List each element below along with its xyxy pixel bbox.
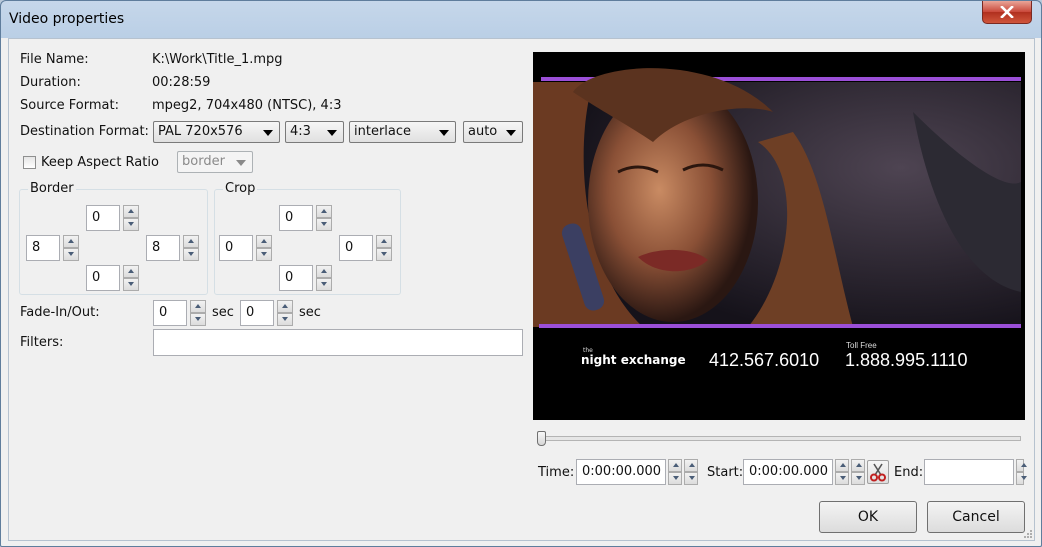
duration-label: Duration: [20,75,81,90]
spin-up-button[interactable] [668,459,682,472]
keep-aspect-ratio-label: Keep Aspect Ratio [41,155,159,170]
aspect-mode-select[interactable]: border [177,151,253,173]
duration-value: 00:28:59 [152,75,211,90]
destination-mode-value: auto [468,124,498,139]
end-input[interactable] [924,459,1014,485]
window-title: Video properties [9,11,125,27]
fade-out-unit: sec [299,305,321,320]
timeline-track[interactable] [539,436,1021,441]
spin-down-button[interactable] [1016,472,1027,485]
border-top-input[interactable]: 0 [86,205,120,231]
spin-up-button[interactable] [684,459,698,472]
spin-up-button[interactable] [376,235,392,248]
spin-down-button[interactable] [190,313,206,326]
spin-down-button[interactable] [123,218,139,231]
crop-top-input[interactable]: 0 [279,205,313,231]
video-properties-dialog: Video properties File Name: K:\Work\Titl… [0,0,1042,547]
chevron-down-icon [236,160,246,166]
border-right-input[interactable]: 8 [146,235,180,261]
spin-down-button[interactable] [63,248,79,261]
chevron-down-icon [506,130,516,136]
time-label: Time: [538,465,575,480]
start-label: Start: [707,465,744,480]
spin-down-button[interactable] [316,278,332,291]
crop-left-input[interactable]: 0 [219,235,253,261]
spin-up-button[interactable] [835,459,849,472]
scissors-icon [870,463,886,482]
destination-mode-select[interactable]: auto [463,121,523,143]
destination-scan-value: interlace [354,124,412,139]
filters-input[interactable] [153,329,523,356]
keep-aspect-ratio-checkbox[interactable] [23,156,36,169]
resize-grip-icon[interactable] [1023,529,1033,539]
fade-out-input[interactable]: 0 [240,300,274,326]
spin-up-button[interactable] [183,235,199,248]
spin-up-button[interactable] [256,235,272,248]
title-bar[interactable]: Video properties [1,1,1041,38]
crop-right-input[interactable]: 0 [339,235,373,261]
dialog-client-area: File Name: K:\Work\Title_1.mpg Duration:… [8,38,1035,541]
close-icon [1000,6,1014,18]
spin-up-button[interactable] [851,459,865,472]
close-button[interactable] [982,1,1032,24]
destination-format-label: Destination Format: [20,124,149,139]
destination-aspect-select[interactable]: 4:3 [285,121,344,143]
file-name-value: K:\Work\Title_1.mpg [152,52,283,67]
spin-up-button[interactable] [316,265,332,278]
border-group-title: Border [28,181,76,196]
toll-free-label: Toll Free [846,341,877,350]
timeline-slider-thumb[interactable] [537,431,546,446]
spin-up-button[interactable] [1016,459,1027,472]
spin-down-button[interactable] [277,313,293,326]
fade-label: Fade-In/Out: [20,305,100,320]
local-phone-number: 412.567.6010 [709,350,819,370]
spin-down-button[interactable] [123,278,139,291]
spin-down-button[interactable] [668,472,682,485]
spin-up-button[interactable] [316,205,332,218]
filters-label: Filters: [20,335,64,350]
fade-in-input[interactable]: 0 [153,300,187,326]
spin-down-button[interactable] [256,248,272,261]
spin-down-button[interactable] [851,472,865,485]
end-label: End: [894,465,924,480]
cancel-button[interactable]: Cancel [927,501,1025,533]
video-frame-image: the night exchange 412.567.6010 Toll Fre… [533,52,1025,420]
aspect-mode-value: border [182,154,225,169]
spin-up-button[interactable] [63,235,79,248]
spin-down-button[interactable] [183,248,199,261]
chevron-down-icon [327,130,337,136]
brand-name: night exchange [581,353,686,367]
source-format-label: Source Format: [20,98,119,113]
file-name-label: File Name: [20,52,89,67]
spin-up-button[interactable] [123,265,139,278]
destination-scan-select[interactable]: interlace [349,121,456,143]
spin-down-button[interactable] [684,472,698,485]
spin-down-button[interactable] [376,248,392,261]
spin-down-button[interactable] [316,218,332,231]
destination-aspect-value: 4:3 [290,124,311,139]
cut-button[interactable] [867,460,889,484]
source-format-value: mpeg2, 704x480 (NTSC), 4:3 [152,98,342,113]
chevron-down-icon [439,130,449,136]
time-input[interactable]: 0:00:00.000 [576,459,666,485]
spin-up-button[interactable] [123,205,139,218]
spin-down-button[interactable] [835,472,849,485]
crop-bottom-input[interactable]: 0 [279,265,313,291]
chevron-down-icon [263,130,273,136]
toll-free-phone-number: 1.888.995.1110 [845,350,967,370]
video-preview: the night exchange 412.567.6010 Toll Fre… [533,52,1025,420]
border-left-input[interactable]: 8 [26,235,60,261]
spin-up-button[interactable] [190,300,206,313]
ok-button[interactable]: OK [819,501,917,533]
fade-in-unit: sec [212,305,234,320]
destination-size-select[interactable]: PAL 720x576 [153,121,280,143]
border-bottom-input[interactable]: 0 [86,265,120,291]
crop-group-title: Crop [223,181,258,196]
destination-size-value: PAL 720x576 [158,124,243,139]
spin-up-button[interactable] [277,300,293,313]
start-input[interactable]: 0:00:00.000 [743,459,833,485]
